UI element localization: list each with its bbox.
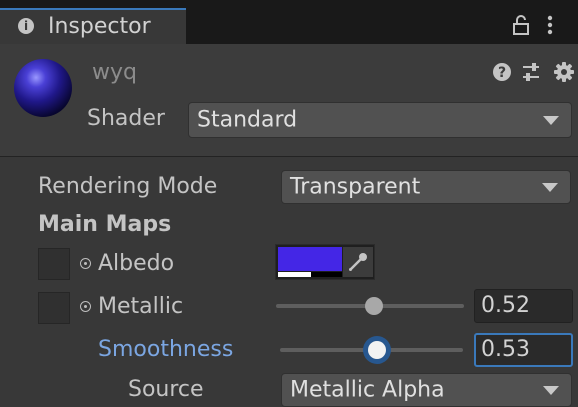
albedo-texture-slot[interactable] (38, 248, 70, 280)
lock-icon[interactable] (512, 14, 530, 36)
shader-dropdown[interactable]: Standard (188, 102, 572, 138)
eyedropper-icon (349, 253, 367, 271)
rendering-mode-label: Rendering Mode (38, 174, 218, 199)
shader-value: Standard (197, 107, 298, 133)
chevron-down-icon (542, 183, 558, 192)
source-dropdown[interactable]: Metallic Alpha (281, 373, 572, 407)
albedo-color-swatch[interactable] (278, 247, 342, 277)
svg-text:?: ? (498, 65, 506, 81)
metallic-label: Metallic (98, 294, 184, 319)
object-picker-icon[interactable] (80, 258, 91, 269)
smoothness-label: Smoothness (98, 337, 234, 362)
albedo-alpha-remainder (311, 272, 342, 277)
info-icon: i (18, 18, 34, 34)
shader-label: Shader (87, 106, 165, 131)
metallic-slider-thumb[interactable] (364, 297, 383, 315)
smoothness-value-field[interactable]: 0.53 (474, 333, 573, 367)
main-maps-heading: Main Maps (38, 212, 172, 237)
eyedropper-button[interactable] (343, 247, 373, 277)
metallic-value-field[interactable]: 0.52 (474, 289, 573, 323)
gear-icon[interactable] (554, 62, 574, 82)
chevron-down-icon (543, 116, 559, 125)
albedo-color-field[interactable] (275, 244, 375, 280)
chevron-down-icon (543, 386, 559, 395)
tab-title: Inspector (48, 14, 151, 39)
help-icon[interactable]: ? (492, 62, 512, 82)
material-name: wyq (92, 60, 137, 85)
albedo-color-fill (278, 247, 342, 271)
rendering-mode-dropdown[interactable]: Transparent (281, 170, 571, 204)
rendering-mode-value: Transparent (290, 174, 421, 200)
albedo-label: Albedo (98, 251, 175, 276)
metallic-texture-slot[interactable] (38, 292, 70, 324)
material-preview (14, 59, 72, 117)
kebab-menu-icon[interactable] (546, 14, 554, 36)
source-label: Source (128, 377, 204, 402)
material-header (0, 44, 578, 157)
smoothness-slider-thumb[interactable] (367, 341, 386, 359)
source-value: Metallic Alpha (290, 377, 445, 403)
preset-icon[interactable] (521, 62, 541, 82)
albedo-alpha-bar (278, 272, 311, 277)
object-picker-icon[interactable] (80, 301, 91, 312)
